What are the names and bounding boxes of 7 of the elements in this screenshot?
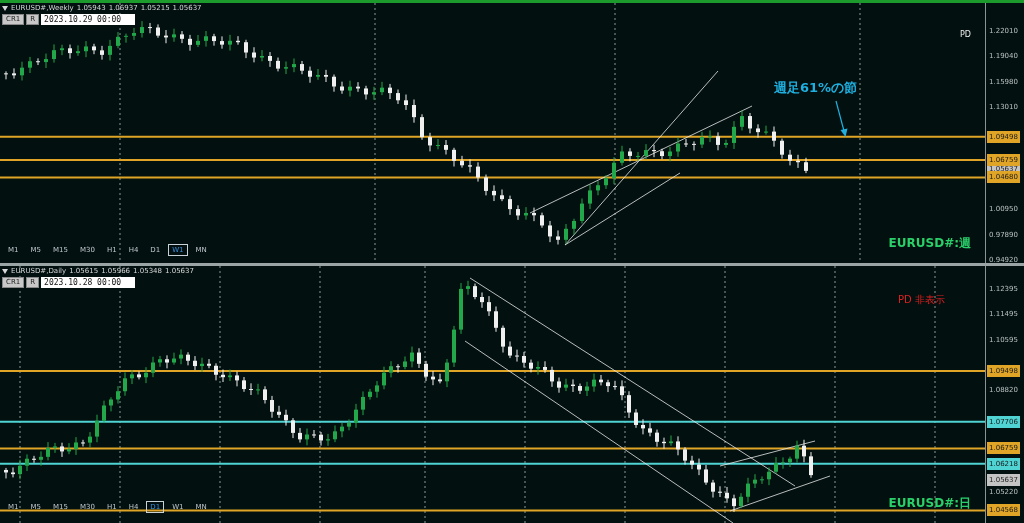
date-field[interactable]: 2023.10.29 00:00	[41, 14, 136, 25]
annotation-text: 週足61%の節	[774, 79, 858, 97]
corner-label: PD 非表示	[898, 293, 945, 307]
chart-symbol-label: EURUSD#:週	[888, 235, 971, 252]
chart-symbol-label: EURUSD#:日	[888, 495, 971, 512]
date-field[interactable]: 2023.10.28 00:00	[41, 277, 136, 288]
corner-label: PD	[960, 30, 971, 39]
